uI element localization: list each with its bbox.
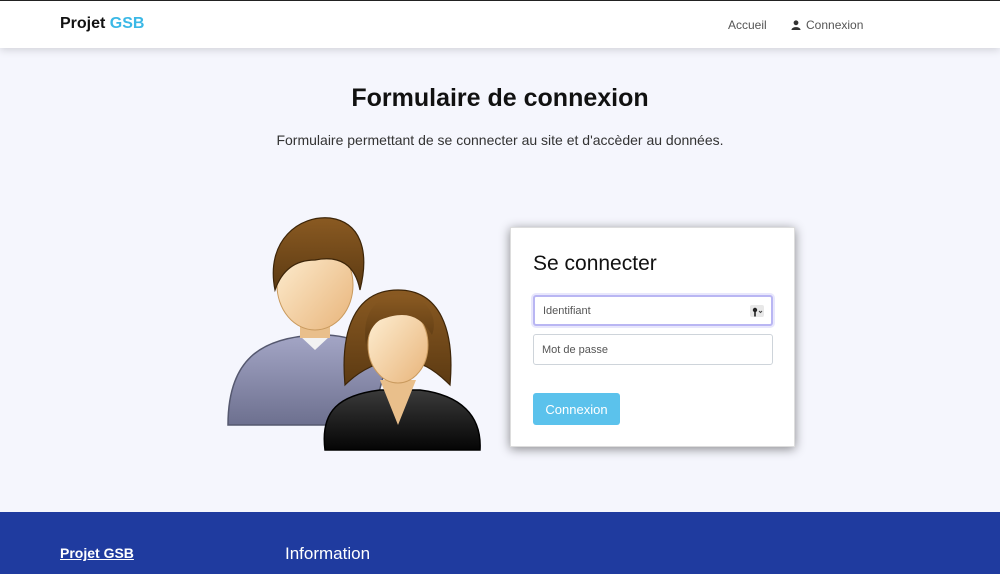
users-illustration: [220, 210, 490, 460]
top-navbar: Projet GSB Accueil Connexion: [0, 0, 1000, 48]
key-icon[interactable]: [750, 305, 764, 317]
password-input[interactable]: [533, 334, 773, 365]
footer: Projet GSB Information: [0, 512, 1000, 574]
page-subtitle: Formulaire permettant de se connecter au…: [276, 132, 724, 148]
brand-prefix: Projet: [60, 15, 106, 32]
nav-home-link[interactable]: Accueil: [728, 18, 767, 32]
brand-logo-link[interactable]: Projet GSB: [60, 15, 144, 33]
nav-login-link[interactable]: Connexion: [791, 18, 863, 32]
users-icon: [227, 217, 481, 451]
login-card: Se connecter Connexion: [510, 227, 795, 447]
footer-info-heading: Information: [285, 544, 371, 563]
login-submit-button[interactable]: Connexion: [533, 393, 620, 425]
brand-accent: GSB: [109, 15, 145, 32]
page-title: Formulaire de connexion: [351, 84, 649, 112]
user-icon: [791, 20, 801, 30]
username-input[interactable]: [533, 295, 773, 326]
login-card-heading: Se connecter: [533, 252, 657, 275]
footer-brand-link[interactable]: Projet GSB: [60, 545, 134, 561]
nav-login-label: Connexion: [806, 18, 864, 32]
